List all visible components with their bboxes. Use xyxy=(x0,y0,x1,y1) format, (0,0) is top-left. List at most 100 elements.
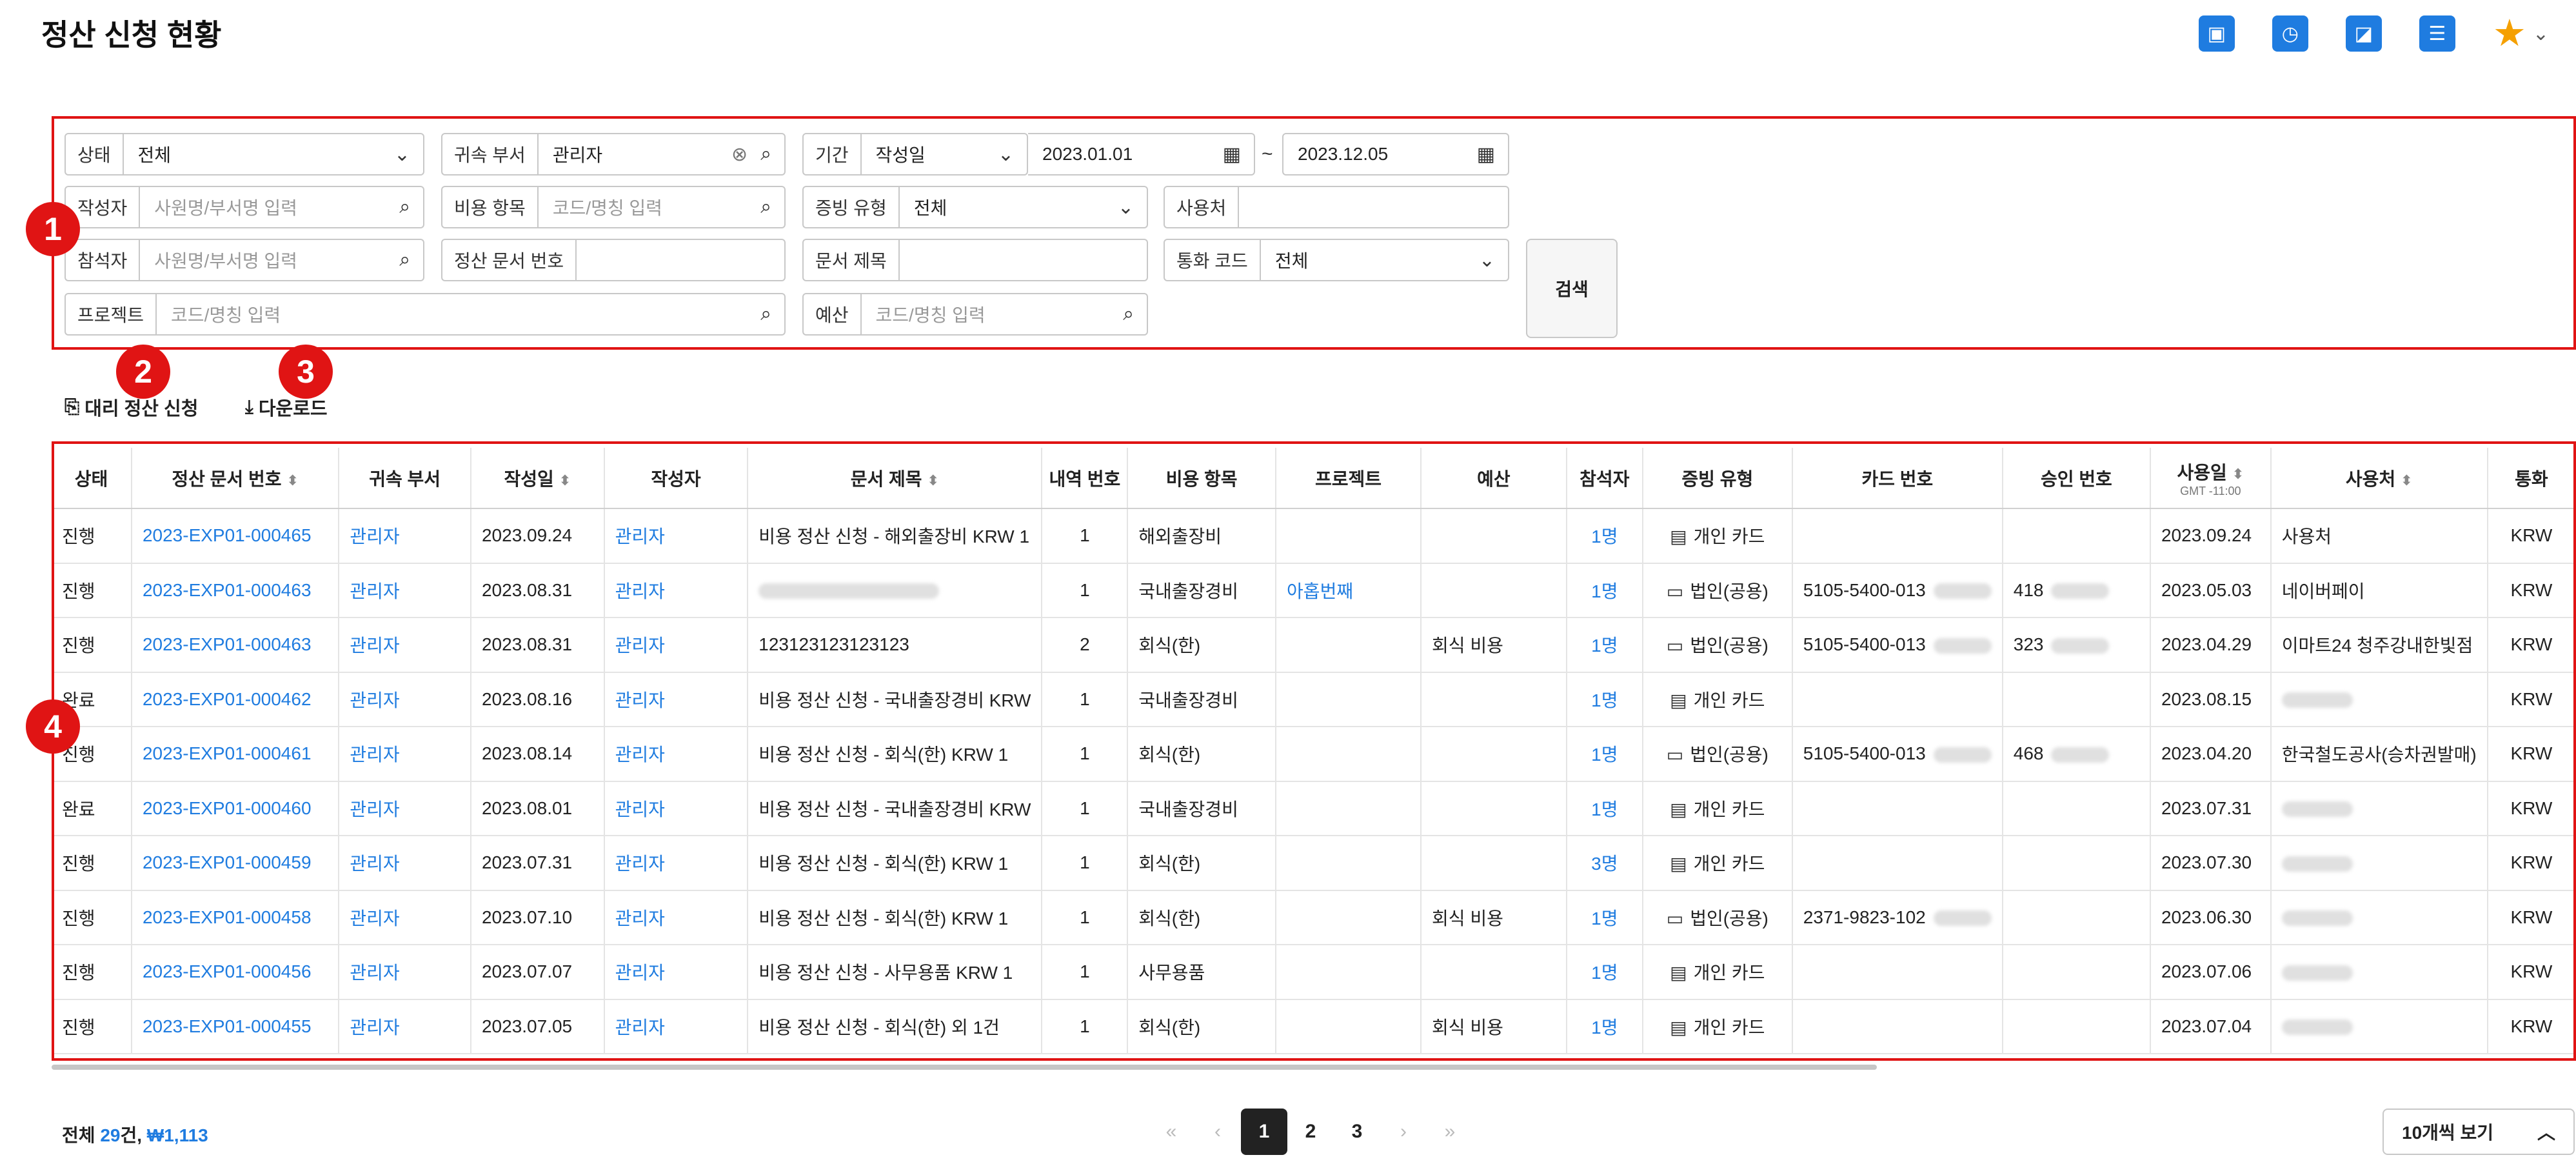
megaphone-icon[interactable]: ◪ xyxy=(2345,15,2382,52)
sort-icon[interactable]: ⬍ xyxy=(927,472,939,488)
search-icon[interactable]: ⌕ xyxy=(760,143,784,165)
expense-item-field[interactable]: 비용 항목 코드/명칭 입력 ⌕ xyxy=(441,186,786,228)
date-from-input[interactable]: 2023.01.01 ▦ xyxy=(1028,133,1255,176)
first-page-icon[interactable]: « xyxy=(1148,1109,1194,1155)
date-to-input[interactable]: 2023.12.05 ▦ xyxy=(1282,133,1509,176)
table-cell[interactable]: 1명 xyxy=(1566,999,1643,1054)
table-cell[interactable]: 3명 xyxy=(1566,836,1643,891)
table-cell[interactable]: 관리자 xyxy=(339,563,471,618)
search-icon[interactable]: ⌕ xyxy=(760,196,784,218)
table-row[interactable]: 진행 2023-EXP01-000458 관리자 2023.07.10 관리자 비용 정산… xyxy=(52,890,2576,945)
table-cell[interactable]: 1명 xyxy=(1566,727,1643,782)
page-button[interactable]: 3 xyxy=(1334,1109,1380,1155)
table-cell[interactable]: 1명 xyxy=(1566,890,1643,945)
document-list-icon[interactable]: ☰ xyxy=(2419,15,2455,52)
table-row[interactable]: 진행 2023-EXP01-000463 관리자 2023.08.31 관리자 12312… xyxy=(52,617,2576,673)
table-cell[interactable]: 관리자 xyxy=(604,617,749,673)
prev-page-icon[interactable]: ‹ xyxy=(1194,1109,1241,1155)
search-icon[interactable]: ⌕ xyxy=(399,249,423,271)
table-cell[interactable]: 관리자 xyxy=(339,781,471,836)
table-cell[interactable]: 2023-EXP01-000463 xyxy=(131,563,340,618)
download-button[interactable]: ⤓ 다운로드 xyxy=(245,394,328,421)
next-page-icon[interactable]: › xyxy=(1380,1109,1427,1155)
table-row[interactable]: 진행 2023-EXP01-000461 관리자 2023.08.14 관리자 비용 정산… xyxy=(52,727,2576,782)
table-cell[interactable]: 관리자 xyxy=(604,672,749,727)
calendar-icon[interactable]: ▦ xyxy=(1477,143,1508,166)
table-cell[interactable]: 1명 xyxy=(1566,781,1643,836)
table-row[interactable]: 진행 2023-EXP01-000465 관리자 2023.09.24 관리자 비용 정산… xyxy=(52,508,2576,564)
sort-icon[interactable]: ⬍ xyxy=(286,472,298,488)
project-field[interactable]: 프로젝트 코드/명칭 입력 ⌕ xyxy=(64,293,786,336)
table-cell[interactable]: 관리자 xyxy=(339,672,471,727)
dept-field[interactable]: 귀속 부서 관리자 ⊗ ⌕ xyxy=(441,133,786,176)
table-cell[interactable]: 관리자 xyxy=(604,890,749,945)
table-cell[interactable]: 관리자 xyxy=(339,836,471,891)
evidence-type-select[interactable]: 증빙 유형 전체 ⌄ xyxy=(802,186,1148,228)
budget-field[interactable]: 예산 코드/명칭 입력 ⌕ xyxy=(802,293,1148,336)
search-icon[interactable]: ⌕ xyxy=(760,303,784,325)
participant-field[interactable]: 참석자 사원명/부서명 입력 ⌕ xyxy=(64,239,424,281)
table-cell[interactable]: 2023-EXP01-000460 xyxy=(131,781,340,836)
page-button[interactable]: 2 xyxy=(1287,1109,1334,1155)
table-cell[interactable]: 아홉번째 xyxy=(1276,563,1422,618)
table-cell[interactable]: 2023-EXP01-000455 xyxy=(131,999,340,1054)
table-cell[interactable]: 관리자 xyxy=(604,563,749,618)
horizontal-scrollbar[interactable] xyxy=(52,1065,1877,1070)
sort-icon[interactable]: ⬍ xyxy=(2401,472,2412,488)
table-cell[interactable]: 1명 xyxy=(1566,945,1643,1000)
last-page-icon[interactable]: » xyxy=(1427,1109,1473,1155)
table-cell[interactable]: 관리자 xyxy=(604,999,749,1054)
column-header[interactable]: 작성일 ⬍ xyxy=(470,448,605,509)
table-cell[interactable]: 관리자 xyxy=(604,508,749,564)
column-header[interactable]: 사용일 ⬍ GMT -11:00 xyxy=(2150,448,2272,509)
period-type-select[interactable]: 기간 작성일 ⌄ xyxy=(802,133,1028,176)
id-badge-icon[interactable]: ▣ xyxy=(2198,15,2235,52)
table-cell[interactable]: 2023-EXP01-000459 xyxy=(131,836,340,891)
table-cell[interactable]: 관리자 xyxy=(339,890,471,945)
table-cell[interactable]: 관리자 xyxy=(604,781,749,836)
sort-icon[interactable]: ⬍ xyxy=(2232,466,2244,482)
table-cell[interactable]: 관리자 xyxy=(339,508,471,564)
table-cell[interactable]: 관리자 xyxy=(604,945,749,1000)
table-row[interactable]: 진행 2023-EXP01-000463 관리자 2023.08.31 관리자 1 국내출장… xyxy=(52,563,2576,618)
table-cell[interactable]: 1명 xyxy=(1566,563,1643,618)
table-cell[interactable]: 관리자 xyxy=(339,727,471,782)
search-icon[interactable]: ⌕ xyxy=(1123,303,1147,325)
page-button[interactable]: 1 xyxy=(1241,1109,1287,1155)
table-cell[interactable]: 1명 xyxy=(1566,508,1643,564)
writer-field[interactable]: 작성자 사원명/부서명 입력 ⌕ xyxy=(64,186,424,228)
favorite-menu[interactable]: ★ ⌄ xyxy=(2493,15,2549,52)
column-header[interactable]: 사용처 ⬍ xyxy=(2270,448,2488,509)
table-cell[interactable]: 2023-EXP01-000463 xyxy=(131,617,340,673)
table-cell[interactable]: 2023-EXP01-000458 xyxy=(131,890,340,945)
proxy-request-button[interactable]: ⎘ 대리 정산 신청 xyxy=(64,394,198,421)
user-place-field[interactable]: 사용처 xyxy=(1164,186,1509,228)
table-row[interactable]: 완료 2023-EXP01-000460 관리자 2023.08.01 관리자 비용 정산… xyxy=(52,781,2576,836)
table-cell[interactable]: 2023-EXP01-000461 xyxy=(131,727,340,782)
table-cell[interactable]: 2023-EXP01-000456 xyxy=(131,945,340,1000)
table-cell[interactable]: 관리자 xyxy=(604,836,749,891)
status-select[interactable]: 상태 전체 ⌄ xyxy=(64,133,424,176)
table-row[interactable]: 진행 2023-EXP01-000455 관리자 2023.07.05 관리자 비용 정산… xyxy=(52,999,2576,1054)
table-cell[interactable]: 1명 xyxy=(1566,617,1643,673)
doc-no-field[interactable]: 정산 문서 번호 xyxy=(441,239,786,281)
table-cell[interactable]: 관리자 xyxy=(339,999,471,1054)
sort-icon[interactable]: ⬍ xyxy=(559,472,571,488)
table-cell[interactable]: 관리자 xyxy=(604,727,749,782)
table-cell[interactable]: 2023-EXP01-000462 xyxy=(131,672,340,727)
table-row[interactable]: 완료 2023-EXP01-000462 관리자 2023.08.16 관리자 비용 정산… xyxy=(52,672,2576,727)
page-size-select[interactable]: 10개씩 보기 ︿ xyxy=(2383,1109,2575,1155)
calendar-icon[interactable]: ▦ xyxy=(1223,143,1254,166)
table-row[interactable]: 진행 2023-EXP01-000459 관리자 2023.07.31 관리자 비용 정산… xyxy=(52,836,2576,891)
table-cell[interactable]: 1명 xyxy=(1566,672,1643,727)
table-cell[interactable]: 관리자 xyxy=(339,617,471,673)
column-header[interactable]: 정산 문서 번호 ⬍ xyxy=(131,448,340,509)
search-button[interactable]: 검색 xyxy=(1526,239,1618,338)
calendar-icon[interactable]: ◷ xyxy=(2272,15,2308,52)
table-row[interactable]: 진행 2023-EXP01-000456 관리자 2023.07.07 관리자 비용 정산… xyxy=(52,945,2576,1000)
currency-select[interactable]: 통화 코드 전체 ⌄ xyxy=(1164,239,1509,281)
column-header[interactable]: 문서 제목 ⬍ xyxy=(748,448,1043,509)
table-cell[interactable]: 2023-EXP01-000465 xyxy=(131,508,340,564)
doc-title-field[interactable]: 문서 제목 xyxy=(802,239,1148,281)
table-cell[interactable]: 관리자 xyxy=(339,945,471,1000)
